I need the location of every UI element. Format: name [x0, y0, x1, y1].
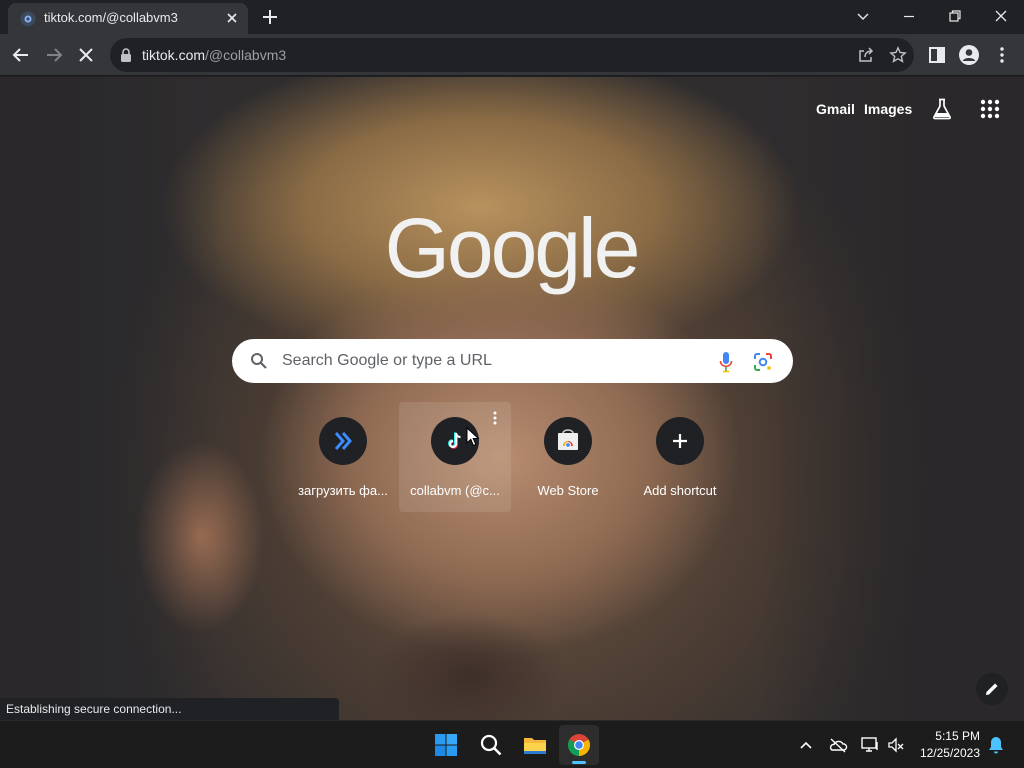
shortcut-tile[interactable]: Web Store [512, 402, 624, 512]
clock-date[interactable]: 12/25/2023 [918, 746, 980, 760]
microphone-icon[interactable] [718, 351, 734, 373]
pencil-icon [986, 683, 998, 695]
apps-grid-icon[interactable] [978, 97, 1002, 121]
double-chevron-icon [334, 432, 352, 450]
tab-active[interactable]: tiktok.com/@collabvm3 [8, 3, 248, 34]
search-icon [480, 734, 502, 756]
url-text[interactable]: tiktok.com/@collabvm3 [142, 47, 286, 63]
toolbar: tiktok.com/@collabvm3 [0, 34, 1024, 76]
close-window-icon[interactable] [991, 6, 1011, 26]
google-lens-icon[interactable] [753, 352, 773, 372]
minimize-icon[interactable] [899, 6, 919, 26]
shortcut-tile-hovered[interactable]: collabvm (@c... [399, 402, 511, 512]
add-shortcut-button[interactable]: Add shortcut [624, 402, 736, 512]
tab-strip: tiktok.com/@collabvm3 [0, 0, 1024, 34]
share-icon[interactable] [857, 46, 875, 64]
taskbar-search-button[interactable] [471, 725, 511, 765]
menu-dots-icon[interactable] [991, 44, 1013, 66]
customize-button[interactable] [976, 673, 1008, 705]
chrome-icon [568, 734, 590, 756]
chrome-taskbar-button[interactable] [559, 725, 599, 765]
chevron-down-icon[interactable] [853, 6, 873, 26]
labs-flask-icon[interactable] [930, 97, 954, 121]
tiktok-favicon-icon [20, 11, 36, 27]
star-icon[interactable] [889, 46, 907, 64]
shortcut-tile[interactable]: загрузить фа... [287, 402, 399, 512]
active-app-indicator [572, 761, 586, 764]
shortcut-label: collabvm (@c... [410, 483, 500, 498]
google-logo: Google [384, 201, 641, 295]
volume-muted-icon[interactable] [886, 735, 906, 755]
shortcut-label: Add shortcut [643, 483, 717, 498]
screen: tiktok.com/@collabvm3 tiktok.com/@collab… [0, 0, 1024, 768]
shortcut-label: Web Store [537, 483, 599, 498]
forward-arrow-icon[interactable] [43, 44, 65, 66]
mouse-cursor-icon [466, 427, 480, 447]
lock-icon[interactable] [120, 48, 132, 62]
back-arrow-icon[interactable] [10, 44, 32, 66]
shortcut-icon-bg [544, 417, 592, 465]
address-bar[interactable]: tiktok.com/@collabvm3 [110, 38, 914, 72]
status-text: Establishing secure connection... [6, 702, 182, 716]
search-input[interactable] [282, 349, 702, 373]
tiktok-icon [448, 432, 461, 449]
background-image-shade-left [0, 77, 220, 720]
plus-icon[interactable] [260, 7, 280, 27]
taskbar: 5:15 PM 12/25/2023 [0, 720, 1024, 768]
status-bubble: Establishing secure connection... [0, 698, 339, 720]
close-icon[interactable] [224, 10, 240, 26]
shortcut-icon-bg [656, 417, 704, 465]
more-vertical-icon[interactable] [487, 410, 503, 426]
new-tab-page: Gmail Images Google Search Google or typ… [0, 77, 1024, 720]
search-box[interactable] [232, 339, 793, 383]
network-icon[interactable] [860, 735, 880, 755]
file-explorer-button[interactable] [515, 725, 555, 765]
shortcut-icon-bg [319, 417, 367, 465]
tab-title: tiktok.com/@collabvm3 [44, 10, 178, 25]
restore-icon[interactable] [945, 6, 965, 26]
clock-time[interactable]: 5:15 PM [918, 729, 980, 743]
shortcut-label: загрузить фа... [298, 483, 388, 498]
search-icon [251, 353, 267, 369]
gmail-link[interactable]: Gmail [816, 101, 855, 117]
url-path: /@collabvm3 [205, 47, 287, 63]
webstore-icon [558, 429, 578, 450]
windows-start-icon [435, 734, 457, 756]
profile-icon[interactable] [958, 44, 980, 66]
url-host: tiktok.com [142, 47, 206, 63]
stop-loading-icon[interactable] [75, 44, 97, 66]
onedrive-offline-icon[interactable] [828, 735, 848, 755]
background-image-shade-right [760, 77, 1024, 720]
images-link[interactable]: Images [864, 101, 912, 117]
file-explorer-icon [524, 738, 546, 754]
side-panel-icon[interactable] [926, 44, 948, 66]
chevron-up-icon[interactable] [796, 735, 816, 755]
plus-icon [673, 434, 687, 448]
bell-icon[interactable] [986, 735, 1006, 755]
start-button[interactable] [426, 725, 466, 765]
